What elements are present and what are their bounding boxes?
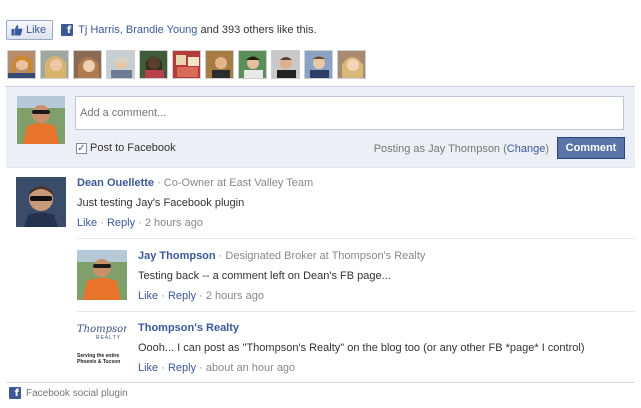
- comment-avatar[interactable]: [77, 250, 127, 300]
- comment-author[interactable]: Thompson's Realty: [138, 322, 239, 334]
- post-to-facebook-label: Post to Facebook: [90, 142, 176, 154]
- facebook-social-plugin-link[interactable]: Facebook social plugin: [26, 388, 128, 399]
- post-to-facebook-checkbox[interactable]: ✓: [76, 142, 87, 154]
- composer-avatar: [17, 96, 65, 144]
- like-link[interactable]: Like: [138, 362, 158, 374]
- comment: Dean Ouellette · Co-Owner at East Valley…: [16, 177, 636, 237]
- comment-actions: Like · Reply · about an hour ago: [138, 362, 296, 374]
- comment-reply: Thompson's REALTY Serving the entire Pho…: [77, 322, 635, 378]
- like-summary: Tj Harris, Brandie Young and 393 others …: [78, 24, 316, 36]
- thompsons-realty-logo[interactable]: Thompson's REALTY Serving the entire Pho…: [77, 322, 127, 372]
- comment-reply: Jay Thompson · Designated Broker at Thom…: [77, 250, 635, 305]
- footer-divider: [6, 382, 635, 383]
- face-avatar[interactable]: [40, 50, 69, 79]
- like-button-label: Like: [26, 24, 47, 36]
- liker-faces: [7, 50, 366, 79]
- comment-composer: ✓ Post to Facebook Posting as Jay Thomps…: [6, 86, 635, 168]
- face-avatar[interactable]: [7, 50, 36, 79]
- posting-as: Posting as Jay Thompson (Change): [374, 143, 549, 155]
- like-button[interactable]: Like: [6, 20, 54, 40]
- face-avatar[interactable]: [106, 50, 135, 79]
- posting-as-text: Posting as Jay Thompson (: [373, 143, 507, 155]
- plugin-footer: f Facebook social plugin: [9, 387, 128, 399]
- comment-button[interactable]: Comment: [557, 137, 625, 159]
- comment-text: Testing back -- a comment left on Dean's…: [138, 270, 391, 282]
- comment-author[interactable]: Dean Ouellette: [77, 177, 154, 189]
- logo-sub: REALTY: [95, 335, 121, 341]
- divider: [77, 311, 635, 312]
- comment-time: · 2 hours ago: [196, 290, 264, 302]
- face-avatar[interactable]: [238, 50, 267, 79]
- comment-body: Thompson's Realty Oooh... I can post as …: [138, 322, 584, 374]
- face-avatar[interactable]: [172, 50, 201, 79]
- comment-avatar[interactable]: [16, 177, 66, 227]
- like-link[interactable]: Like: [77, 217, 97, 229]
- thumbs-up-icon: [11, 24, 23, 36]
- face-avatar[interactable]: [139, 50, 168, 79]
- comment-author-role: · Co-Owner at East Valley Team: [154, 177, 314, 189]
- comment-actions: Like · Reply · 2 hours ago: [77, 217, 203, 229]
- like-bar: Like f Tj Harris, Brandie Young and 393 …: [6, 20, 317, 40]
- face-avatar[interactable]: [73, 50, 102, 79]
- comment-author[interactable]: Jay Thompson: [138, 250, 216, 262]
- face-avatar[interactable]: [337, 50, 366, 79]
- logo-line2: Phoenix & Tucson: [77, 359, 121, 365]
- comment-actions: Like · Reply · 2 hours ago: [138, 290, 264, 302]
- comment-body: Jay Thompson · Designated Broker at Thom…: [138, 250, 425, 302]
- facebook-icon: f: [9, 387, 21, 399]
- posting-as-suffix: ): [545, 143, 549, 155]
- comment-body: Dean Ouellette · Co-Owner at East Valley…: [77, 177, 313, 229]
- comment-input[interactable]: [75, 96, 624, 130]
- comment-text: Just testing Jay's Facebook plugin: [77, 197, 245, 209]
- comment-time: · about an hour ago: [196, 362, 296, 374]
- comment-time: · 2 hours ago: [135, 217, 203, 229]
- change-identity-link[interactable]: Change: [507, 143, 546, 155]
- face-avatar[interactable]: [304, 50, 333, 79]
- reply-link[interactable]: Reply: [107, 217, 135, 229]
- logo-brand: Thompson's: [77, 324, 127, 335]
- face-avatar[interactable]: [271, 50, 300, 79]
- reply-link[interactable]: Reply: [168, 362, 196, 374]
- comment-author-role: · Designated Broker at Thompson's Realty: [215, 250, 426, 262]
- face-avatar[interactable]: [205, 50, 234, 79]
- comment-text: Oooh... I can post as "Thompson's Realty…: [138, 342, 585, 354]
- reply-link[interactable]: Reply: [168, 290, 196, 302]
- post-to-facebook[interactable]: ✓ Post to Facebook: [76, 142, 176, 154]
- like-link[interactable]: Like: [138, 290, 158, 302]
- facebook-icon: f: [61, 24, 74, 36]
- friends-link[interactable]: Tj Harris, Brandie Young: [78, 24, 197, 36]
- others-like-text: and 393 others like this.: [197, 24, 317, 36]
- divider: [77, 238, 635, 239]
